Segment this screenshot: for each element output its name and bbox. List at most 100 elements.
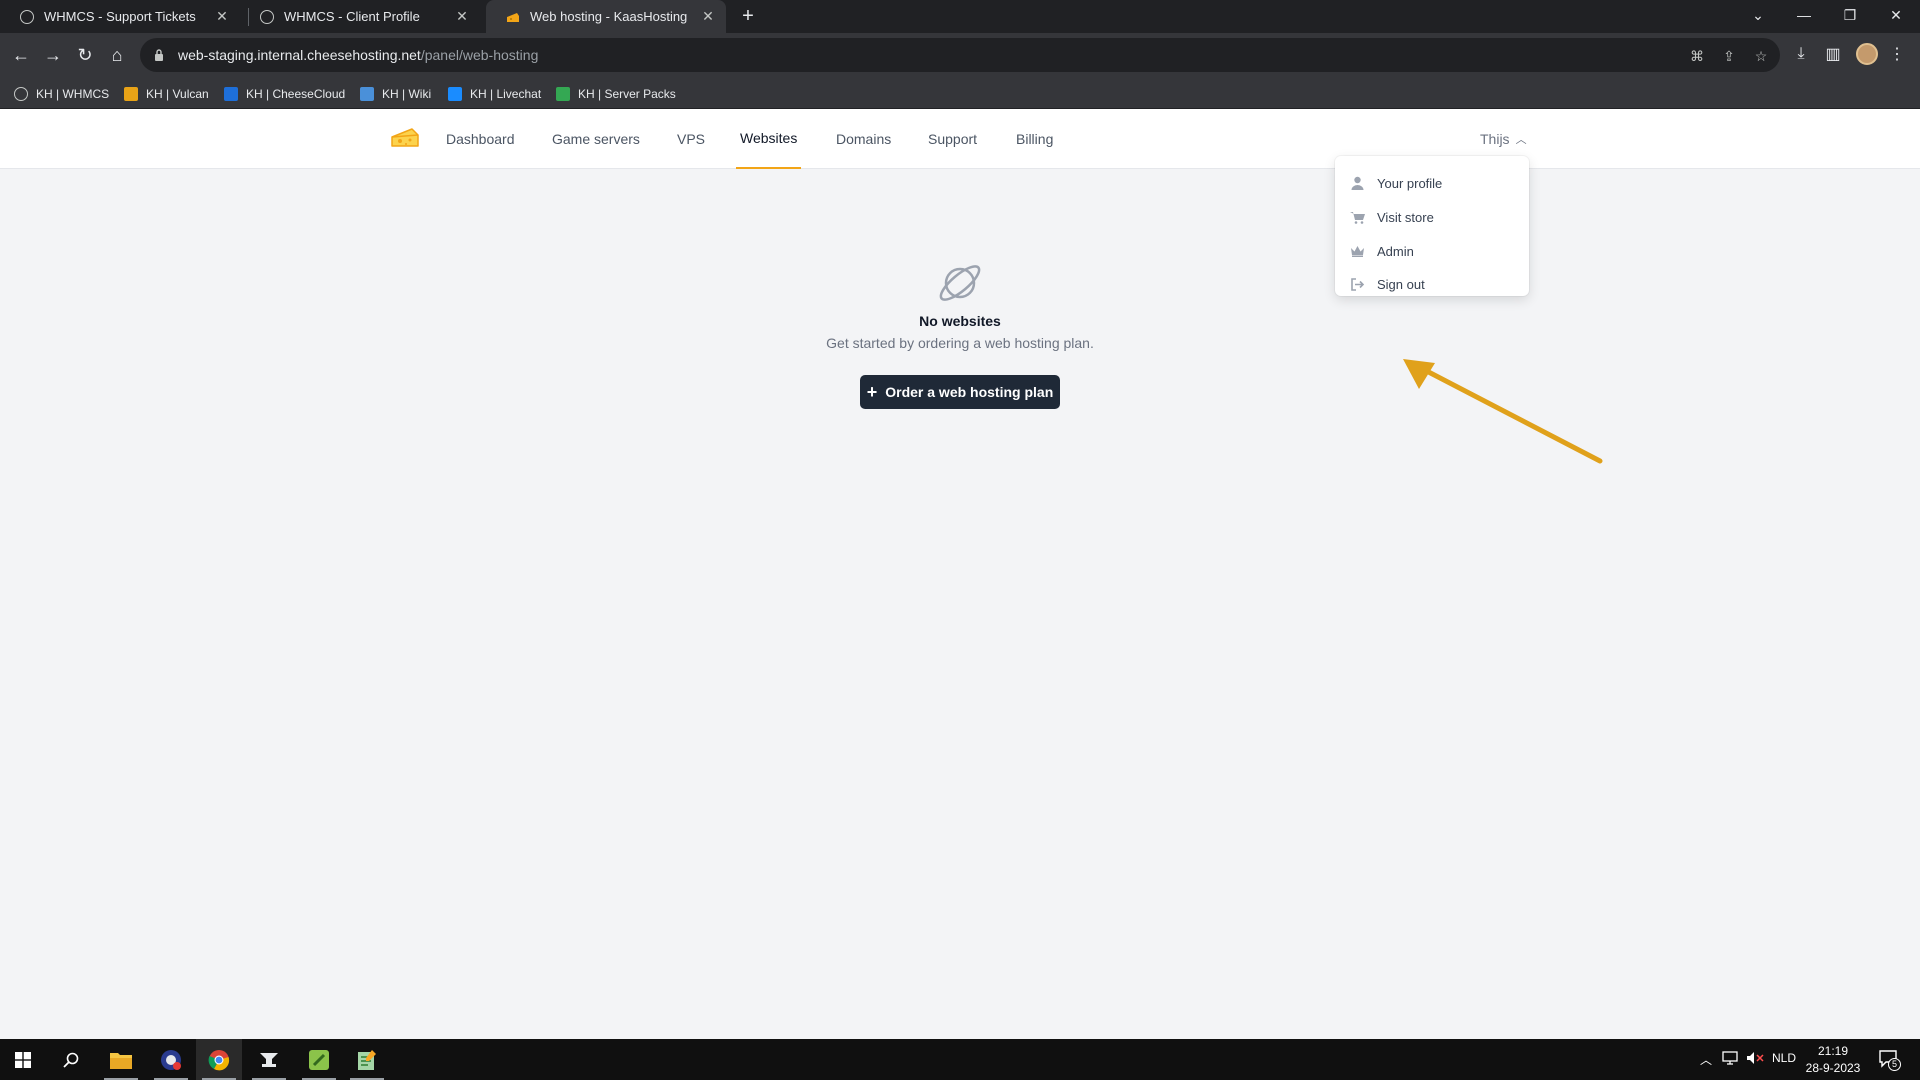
plus-icon: + (866, 382, 878, 402)
user-icon (1349, 175, 1365, 191)
cheese-icon (506, 11, 520, 22)
share-icon[interactable]: ⇪ (1720, 47, 1738, 65)
url-text: web-staging.internal.cheesehosting.net/p… (178, 47, 538, 63)
menu-item-label: Your profile (1377, 175, 1443, 191)
nav-game-servers[interactable]: Game servers (552, 109, 640, 169)
menu-icon[interactable]: ⋮ (1886, 43, 1908, 65)
app-icon-green-cube[interactable] (296, 1039, 342, 1080)
minimize-icon[interactable]: — (1781, 0, 1827, 30)
annotation-arrow (1403, 359, 1603, 464)
app-icon-anvil[interactable] (246, 1039, 292, 1080)
windows-taskbar: ︿ NLD 21:19 28-9-2023 5 (0, 1039, 1920, 1080)
user-name: Thijs (1480, 131, 1510, 147)
planet-icon (939, 265, 981, 301)
system-clock[interactable]: 21:19 28-9-2023 (1800, 1043, 1866, 1077)
nav-dashboard[interactable]: Dashboard (446, 109, 515, 169)
nav-websites[interactable]: Websites (736, 109, 802, 169)
tab-support-tickets[interactable]: WHMCS - Support Tickets ✕ (0, 0, 240, 33)
notification-center-icon[interactable]: 5 (1878, 1048, 1901, 1071)
download-icon[interactable]: ⤓ (1790, 43, 1812, 65)
empty-state-title: No websites (919, 313, 1001, 329)
menu-item-your-profile[interactable]: Your profile (1349, 172, 1442, 194)
tab-web-hosting[interactable]: Web hosting - KaasHosting ✕ (486, 0, 726, 33)
home-icon[interactable]: ⌂ (105, 43, 129, 67)
crown-icon (1349, 243, 1365, 259)
lock-icon[interactable] (152, 48, 166, 62)
order-web-hosting-button[interactable]: + Order a web hosting plan (860, 375, 1060, 409)
app-icon-red-circle[interactable] (148, 1039, 194, 1080)
bookmark-label: KH | Livechat (470, 87, 542, 101)
url-path: /panel/web-hosting (420, 47, 539, 63)
notification-count-badge: 5 (1888, 1058, 1901, 1071)
globe-icon (260, 9, 274, 24)
bookmark-label: KH | CheeseCloud (246, 87, 346, 101)
chevron-up-icon[interactable]: ︿ (1700, 1051, 1712, 1068)
volume-muted-icon[interactable] (1746, 1051, 1764, 1068)
bookmark-vulcan[interactable]: KH | Vulcan (124, 85, 209, 103)
browser-toolbar: ← → ↻ ⌂ web-staging.internal.cheesehosti… (0, 33, 1920, 77)
user-dropdown-menu: Your profile Visit store Admin Sign out (1335, 156, 1529, 296)
bookmark-livechat[interactable]: KH | Livechat (448, 85, 541, 103)
back-icon[interactable]: ← (9, 43, 33, 67)
cheese-icon (124, 87, 138, 101)
bookmark-label: KH | Wiki (382, 87, 432, 101)
menu-item-label: Sign out (1377, 276, 1425, 292)
cloud-icon (224, 87, 238, 101)
search-icon[interactable] (48, 1039, 94, 1080)
bookmark-label: KH | Server Packs (578, 87, 676, 101)
tab-client-profile[interactable]: WHMCS - Client Profile ✕ (240, 0, 480, 33)
new-tab-button[interactable]: + (738, 6, 758, 26)
chevron-up-icon: ︿ (1515, 134, 1527, 146)
clock-date: 28-9-2023 (1805, 1061, 1861, 1075)
windows-start-icon[interactable] (0, 1039, 46, 1080)
url-host: web-staging.internal.cheesehosting.net (178, 47, 421, 63)
close-window-icon[interactable]: ✕ (1873, 0, 1919, 30)
globe-icon (14, 87, 28, 101)
menu-item-sign-out[interactable]: Sign out (1349, 273, 1425, 295)
nav-billing[interactable]: Billing (1016, 109, 1053, 169)
close-icon[interactable]: ✕ (214, 8, 230, 24)
bookmark-cheesecloud[interactable]: KH | CheeseCloud (224, 85, 345, 103)
restore-icon[interactable]: ❐ (1827, 0, 1873, 30)
bookmark-wiki[interactable]: KH | Wiki (360, 85, 431, 103)
network-icon[interactable] (1722, 1051, 1738, 1068)
profile-avatar[interactable] (1856, 43, 1878, 65)
chevron-down-icon[interactable]: ⌄ (1735, 0, 1781, 30)
nav-vps[interactable]: VPS (677, 109, 705, 169)
order-button-label: Order a web hosting plan (885, 384, 1054, 400)
translate-icon[interactable]: ⌘ (1688, 47, 1706, 65)
notepad-icon[interactable] (344, 1039, 390, 1080)
nav-domains[interactable]: Domains (836, 109, 891, 169)
nav-support[interactable]: Support (928, 109, 977, 169)
cube-icon (360, 87, 374, 101)
menu-item-label: Admin (1377, 243, 1414, 259)
clock-time: 21:19 (1817, 1044, 1849, 1058)
bookmark-label: KH | WHMCS (36, 87, 110, 101)
chrome-icon[interactable] (196, 1039, 242, 1080)
close-icon[interactable]: ✕ (454, 8, 470, 24)
menu-item-admin[interactable]: Admin (1349, 240, 1414, 262)
user-menu-toggle[interactable]: Thijs ︿ (1480, 129, 1527, 149)
menu-item-visit-store[interactable]: Visit store (1349, 206, 1434, 228)
language-indicator[interactable]: NLD (1772, 1051, 1796, 1065)
site-top-nav: Dashboard Game servers VPS Websites Doma… (0, 109, 1920, 169)
chat-icon (448, 87, 462, 101)
side-panel-icon[interactable]: ▥ (1822, 43, 1844, 65)
bookmarks-bar: KH | WHMCS KH | Vulcan KH | CheeseCloud … (0, 77, 1920, 109)
address-bar[interactable]: web-staging.internal.cheesehosting.net/p… (140, 38, 1780, 72)
cheese-logo-icon[interactable] (390, 126, 420, 148)
bookmark-whmcs[interactable]: KH | WHMCS (14, 85, 109, 103)
forward-icon[interactable]: → (41, 43, 65, 67)
bookmark-server-packs[interactable]: KH | Server Packs (556, 85, 676, 103)
server-pack-icon (556, 87, 570, 101)
menu-item-label: Visit store (1377, 209, 1434, 225)
bookmark-star-icon[interactable]: ☆ (1752, 47, 1770, 65)
reload-icon[interactable]: ↻ (73, 43, 97, 67)
globe-icon (20, 9, 34, 24)
tab-title: WHMCS - Support Tickets (44, 9, 196, 24)
close-icon[interactable]: ✕ (700, 8, 716, 24)
file-explorer-icon[interactable] (98, 1039, 144, 1080)
cart-icon (1349, 209, 1365, 225)
browser-tab-strip: WHMCS - Support Tickets ✕ WHMCS - Client… (0, 0, 1920, 33)
page-content: Dashboard Game servers VPS Websites Doma… (0, 109, 1920, 1039)
